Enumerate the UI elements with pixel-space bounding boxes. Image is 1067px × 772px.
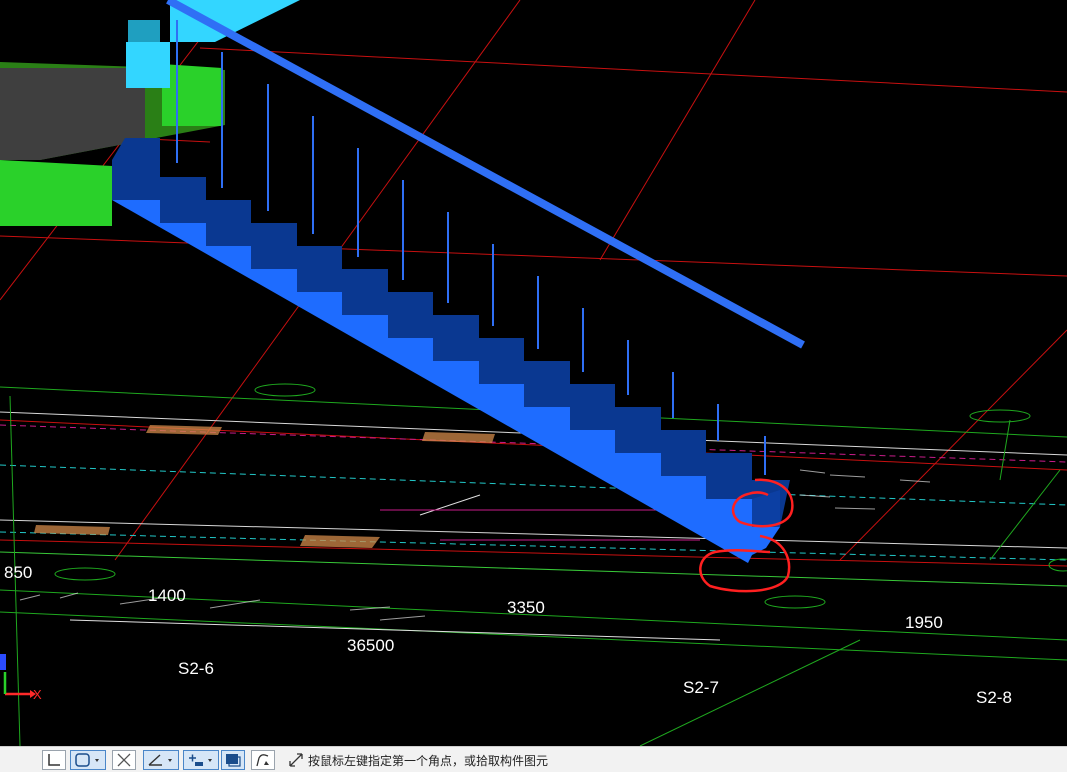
stair-3d-scene	[0, 0, 1067, 746]
axis-label: S2-7	[683, 678, 719, 697]
cross-select-tool-button[interactable]	[112, 750, 136, 770]
axis-label: S2-8	[976, 688, 1012, 707]
angle-icon	[148, 754, 172, 766]
rectangle-select-tool-button[interactable]	[70, 750, 106, 770]
command-hint-text: 按鼠标左键指定第一个角点，或拾取构件图元	[308, 753, 549, 768]
dimension-label: 3350	[507, 598, 545, 617]
dimension-label: 1950	[905, 613, 943, 632]
plan-linework	[0, 386, 1067, 746]
ucs-x-label: X	[33, 687, 42, 702]
cross-icon	[117, 753, 131, 767]
3d-viewport[interactable]: 850 1400 3350 1950 36500 S2-6 S2-7 S2-8 …	[0, 0, 1067, 746]
command-hint: 按鼠标左键指定第一个角点，或拾取构件图元	[288, 751, 548, 769]
stair-flight	[112, 138, 790, 563]
angle-tool-button[interactable]	[143, 750, 179, 770]
rectangle-icon	[75, 753, 99, 767]
component-icon	[226, 754, 241, 767]
polyline-icon	[256, 754, 269, 767]
dimension-label: 36500	[347, 636, 395, 655]
polyline-tool-button[interactable]	[251, 750, 275, 770]
component-select-tool-button[interactable]	[221, 750, 245, 770]
add-point-tool-button[interactable]	[183, 750, 219, 770]
status-bar: 按鼠标左键指定第一个角点，或拾取构件图元	[0, 746, 1067, 772]
highlight-pads	[34, 425, 495, 548]
ucs-icon: X	[0, 652, 50, 702]
diagonal-arrow-icon	[289, 753, 303, 767]
corner-icon	[48, 754, 60, 766]
dimension-label: 850	[4, 563, 33, 582]
axis-label: S2-6	[178, 659, 214, 678]
add-point-icon	[189, 754, 212, 766]
corner-tool-button[interactable]	[42, 750, 66, 770]
dimension-label: 1400	[148, 586, 186, 605]
